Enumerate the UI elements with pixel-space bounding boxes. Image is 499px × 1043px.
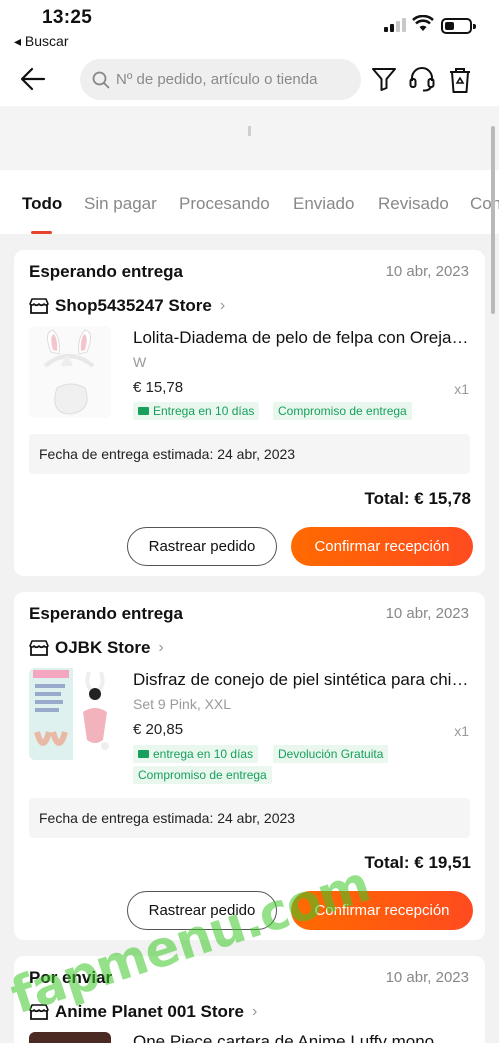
track-order-button[interactable]: Rastrear pedido bbox=[127, 527, 277, 566]
battery-icon bbox=[441, 18, 476, 34]
search-bar[interactable] bbox=[80, 59, 361, 100]
truck-icon bbox=[138, 750, 149, 758]
store-link[interactable]: OJBK Store › bbox=[29, 638, 164, 658]
scrollbar[interactable] bbox=[491, 126, 495, 314]
headset-icon[interactable] bbox=[408, 66, 436, 92]
commitment-tag: Compromiso de entrega bbox=[273, 402, 412, 420]
estimated-delivery: Fecha de entrega estimada: 24 abr, 2023 bbox=[29, 798, 470, 838]
commitment-tag: Compromiso de entrega bbox=[133, 766, 272, 784]
product-variant: W bbox=[133, 354, 147, 370]
active-tab-indicator bbox=[31, 231, 52, 234]
tab-procesando[interactable]: Procesando bbox=[179, 194, 270, 214]
search-icon bbox=[92, 71, 110, 88]
store-name: OJBK Store bbox=[55, 638, 151, 657]
order-date: 10 abr, 2023 bbox=[385, 263, 469, 280]
wifi-icon bbox=[412, 15, 434, 31]
product-variant: Set 9 Pink, XXL bbox=[133, 696, 232, 712]
truck-icon bbox=[138, 407, 149, 415]
product-price: € 20,85 bbox=[133, 721, 184, 738]
product-title[interactable]: One Piece cartera de Anime Luffy mono bbox=[133, 1032, 471, 1043]
order-card[interactable]: Esperando entrega 10 abr, 2023 Shop54352… bbox=[14, 250, 485, 576]
search-input[interactable] bbox=[116, 71, 356, 88]
product-thumbnail[interactable] bbox=[29, 1032, 111, 1043]
order-total: Total: € 19,51 bbox=[364, 853, 471, 872]
order-card[interactable]: Esperando entrega 10 abr, 2023 OJBK Stor… bbox=[14, 592, 485, 940]
store-icon bbox=[29, 298, 49, 314]
store-icon bbox=[29, 640, 49, 656]
estimated-delivery: Fecha de entrega estimada: 24 abr, 2023 bbox=[29, 434, 470, 474]
order-tabs: Todo Sin pagar Procesando Enviado Revisa… bbox=[0, 170, 499, 234]
tab-sin-pagar[interactable]: Sin pagar bbox=[84, 194, 157, 214]
delivery-tag: Entrega en 10 días bbox=[133, 402, 260, 420]
tab-todo[interactable]: Todo bbox=[22, 194, 62, 214]
cellular-signal-icon bbox=[384, 18, 406, 32]
back-to-app-link[interactable]: ◂ Buscar bbox=[14, 33, 69, 50]
product-quantity: x1 bbox=[454, 723, 469, 739]
confirm-receipt-button[interactable]: Confirmar recepción bbox=[291, 527, 473, 566]
tab-revisado[interactable]: Revisado bbox=[378, 194, 449, 214]
store-link[interactable]: Shop5435247 Store › bbox=[29, 296, 225, 316]
chevron-right-icon: › bbox=[158, 639, 164, 656]
product-title[interactable]: Disfraz de conejo de piel sintética para… bbox=[133, 670, 471, 690]
order-status: Esperando entrega bbox=[29, 262, 183, 281]
product-price: € 15,78 bbox=[133, 379, 184, 396]
order-status: Esperando entrega bbox=[29, 604, 183, 623]
product-thumbnail[interactable] bbox=[29, 326, 111, 418]
free-return-tag: Devolución Gratuita bbox=[273, 745, 389, 763]
filter-icon[interactable] bbox=[371, 66, 397, 92]
tab-enviado[interactable]: Enviado bbox=[293, 194, 354, 214]
chevron-right-icon: › bbox=[251, 1003, 258, 1020]
order-date: 10 abr, 2023 bbox=[385, 605, 469, 622]
banner-indicator bbox=[248, 126, 251, 136]
top-bar bbox=[0, 54, 499, 106]
delivery-tag: entrega en 10 días bbox=[133, 745, 259, 763]
status-bar: 13:25 ◂ Buscar bbox=[0, 0, 499, 54]
product-quantity: x1 bbox=[454, 381, 469, 397]
order-total: Total: € 15,78 bbox=[364, 489, 471, 508]
clock: 13:25 bbox=[42, 7, 93, 28]
arrow-left-icon[interactable] bbox=[20, 66, 46, 92]
chevron-right-icon: › bbox=[219, 297, 226, 314]
trash-icon[interactable] bbox=[448, 66, 472, 94]
product-title[interactable]: Lolita-Diadema de pelo de felpa con Orej… bbox=[133, 328, 471, 348]
product-thumbnail[interactable] bbox=[29, 668, 111, 760]
order-date: 10 abr, 2023 bbox=[385, 969, 469, 986]
store-name: Shop5435247 Store bbox=[55, 296, 212, 315]
banner-area bbox=[0, 106, 499, 170]
